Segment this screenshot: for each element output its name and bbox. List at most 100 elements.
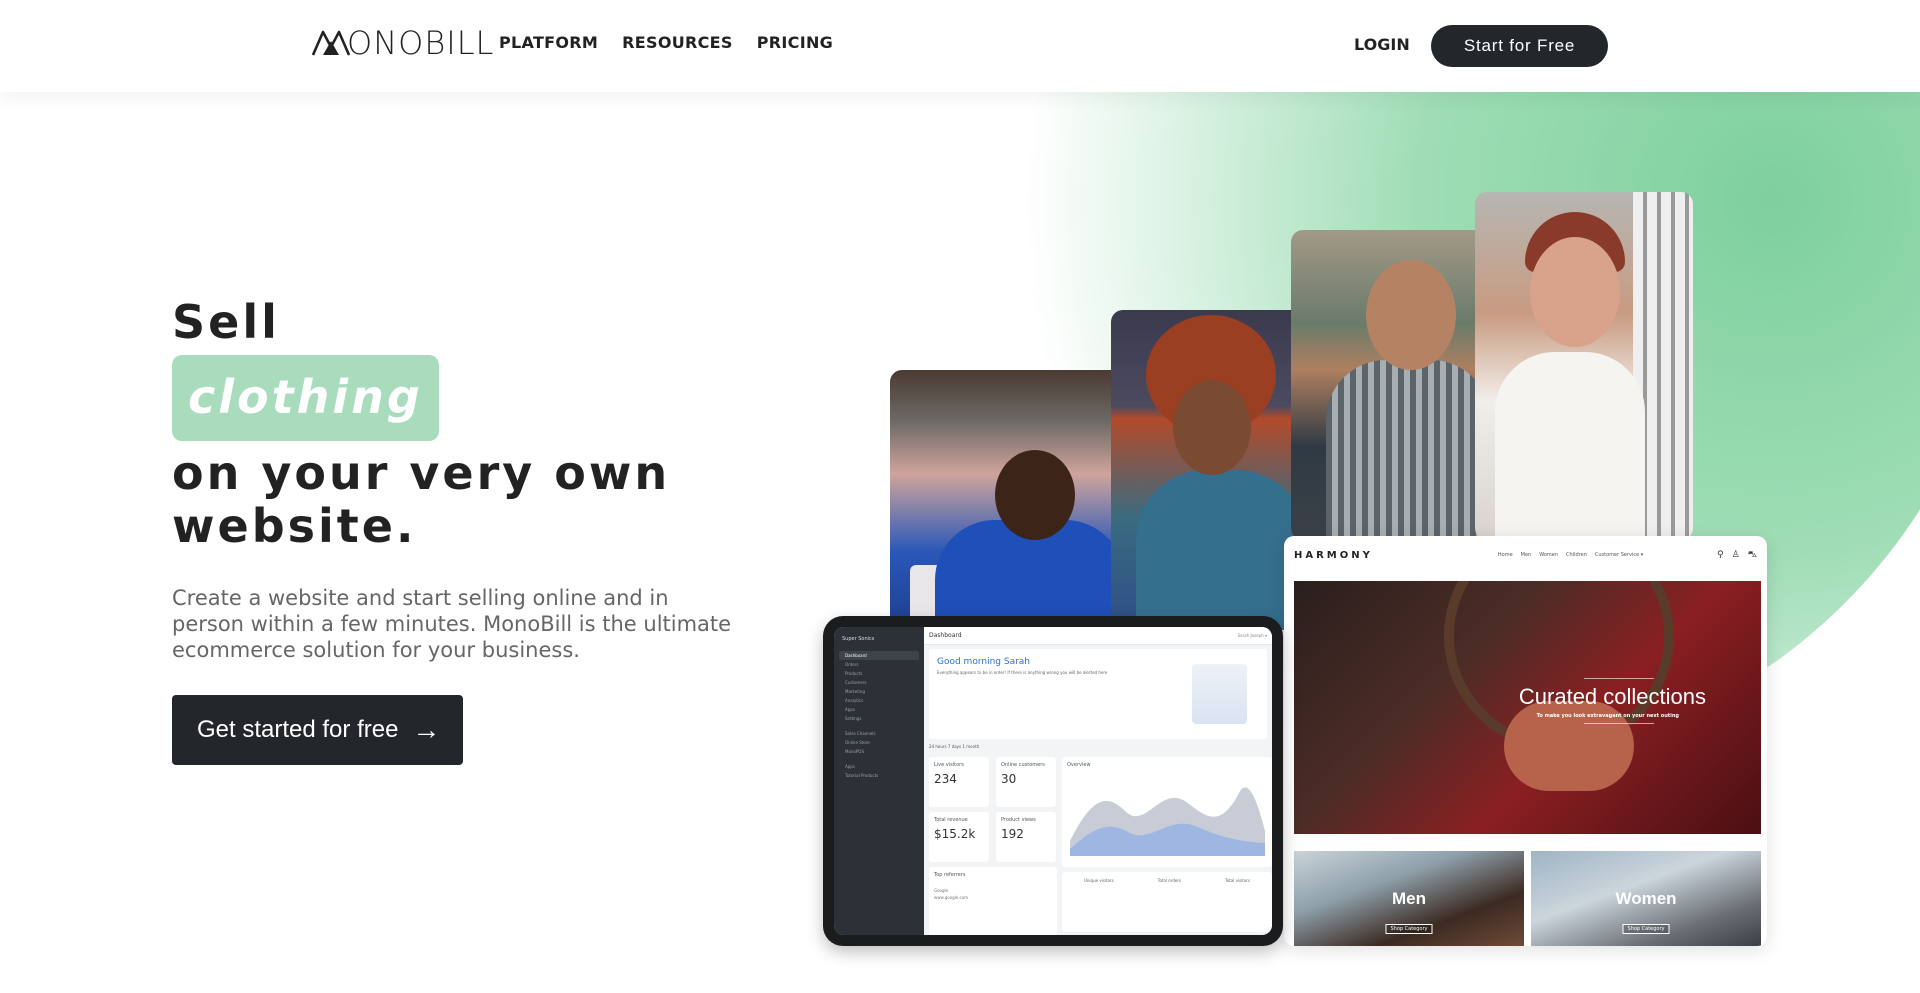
dashboard-sidebar-item: Customers <box>845 680 867 685</box>
dashboard-sidebar-item: Apps <box>845 707 855 712</box>
dashboard-sidebar-item: Dashboard <box>839 651 919 660</box>
dashboard-user: Sarah Joseph ▾ <box>1237 633 1267 638</box>
hero-highlight-word: clothing <box>188 370 423 424</box>
kpi-label: Live visitors <box>934 762 964 768</box>
face-shape <box>995 450 1075 540</box>
dashboard-sidebar-item: Analytics <box>845 698 864 703</box>
hero-highlight-pill: clothing <box>172 355 439 441</box>
face-shape <box>1173 380 1251 475</box>
storefront-menu-item: Customer Service ▾ <box>1594 552 1644 558</box>
storefront-menu-item: Men <box>1520 552 1532 558</box>
hero-divider <box>1584 723 1654 724</box>
photo-woman-smiling <box>1475 192 1693 540</box>
hero-headline-line2: on your very own <box>172 446 671 500</box>
main-nav: PLATFORM RESOURCES PRICING <box>499 33 833 52</box>
monobill-m-icon <box>311 30 351 56</box>
dashboard-range-tabs: 24 hours 7 days 1 month <box>929 744 980 749</box>
dashboard-title: Dashboard <box>929 632 962 639</box>
hero-headline-line1: Sell <box>172 295 280 349</box>
kpi-label: Online customers <box>1001 762 1045 768</box>
overview-chart-card: Overview <box>1062 757 1272 867</box>
search-icon: ⚲ <box>1717 549 1724 560</box>
storefront-menu-item: Women <box>1539 552 1559 558</box>
hero-divider <box>1584 678 1654 679</box>
nav-platform[interactable]: PLATFORM <box>499 33 598 52</box>
photo-man-glasses-apron <box>1291 230 1506 540</box>
shop-category-button: Shop Category <box>1622 924 1670 934</box>
category-label: Women <box>1615 889 1677 908</box>
stat-label: Total orders <box>1157 878 1182 883</box>
top-referrers-card: Top referrers Google www.google.com <box>929 867 1057 935</box>
category-label: Men <box>1392 889 1426 908</box>
storefront-hero-title: Curated collections <box>1518 684 1706 709</box>
dashboard-main: Dashboard Sarah Joseph ▾ Good morning Sa… <box>924 627 1272 935</box>
stat-label: Total visitors <box>1224 878 1251 883</box>
monobill-logo[interactable]: ONOBILL <box>311 26 494 60</box>
dashboard-topbar: Dashboard Sarah Joseph ▾ <box>924 627 1272 645</box>
hero-headline-line3: website. <box>172 499 417 553</box>
nav-resources[interactable]: RESOURCES <box>622 33 733 52</box>
dashboard-sidebar-item: Apps <box>845 764 855 769</box>
storefront-hero-banner: Curated collections To make you look ext… <box>1294 581 1761 834</box>
nav-pricing[interactable]: PRICING <box>757 33 833 52</box>
tablet-dashboard-preview: Super Sonics Dashboard Orders Products C… <box>823 616 1283 946</box>
storefront-menu-item: Home <box>1497 552 1513 558</box>
top-navbar: ONOBILL PLATFORM RESOURCES PRICING LOGIN… <box>0 0 1920 92</box>
kpi-card: Live visitors 234 <box>929 757 989 807</box>
get-started-label: Get started for free <box>197 716 399 743</box>
kpi-label: Total revenue <box>934 817 968 823</box>
referrer-row: www.google.com <box>934 895 969 900</box>
greeting-illustration <box>1192 664 1247 724</box>
overview-area-chart <box>1070 787 1265 856</box>
kpi-card: Total revenue $15.2k <box>929 812 989 862</box>
storefront-hero-subtitle: To make you look extravagant on your nex… <box>1536 713 1679 719</box>
user-icon: ♙ <box>1731 549 1740 560</box>
storefront-tools: ⚲ ♙ ⛍ <box>1717 550 1757 561</box>
storefront-menu: Home Men Women Children Customer Service… <box>1498 552 1643 558</box>
apron-shape <box>1326 360 1491 540</box>
dashboard-sidebar-item: Online Store <box>845 740 870 745</box>
start-for-free-button[interactable]: Start for Free <box>1431 25 1608 67</box>
storefront-nav: HARMONY Home Men Women Children Customer… <box>1284 536 1767 574</box>
dashboard-sidebar-item: MonoPOS <box>845 749 864 754</box>
stat-label: Unique visitors <box>1083 878 1114 883</box>
kpi-value: 192 <box>1001 827 1024 841</box>
arrow-right-icon: → <box>412 714 441 745</box>
category-card-men: Men Shop Category <box>1294 851 1524 946</box>
dashboard-greeting-card: Good morning Sarah Everything appears to… <box>929 649 1267 739</box>
bottom-stats: Unique visitors Total orders Total visit… <box>1062 872 1272 932</box>
kpi-card: Product views 192 <box>996 812 1056 862</box>
face-shape <box>1366 260 1456 370</box>
shop-category-button: Shop Category <box>1385 924 1433 934</box>
dashboard-sidebar-item: Orders <box>845 662 859 667</box>
dashboard-sidebar: Super Sonics Dashboard Orders Products C… <box>834 627 924 935</box>
get-started-button[interactable]: Get started for free → <box>172 695 463 765</box>
overview-title: Overview <box>1067 762 1091 768</box>
greeting-subtitle: Everything appears to be in order! If th… <box>937 670 1108 675</box>
storefront-menu-item: Children <box>1566 552 1587 558</box>
hero-subtitle: Create a website and start selling onlin… <box>172 586 732 662</box>
kpi-value: $15.2k <box>934 827 976 841</box>
kpi-value: 234 <box>934 772 957 786</box>
dress-shape <box>1136 470 1306 630</box>
storefront-preview: HARMONY Home Men Women Children Customer… <box>1284 536 1767 946</box>
dashboard-sidebar-item: Marketing <box>845 689 865 694</box>
kpi-label: Product views <box>1001 817 1036 823</box>
dashboard-sidebar-item: Products <box>845 671 863 676</box>
face-shape <box>1530 237 1620 347</box>
hero-text: Sell clothing on your very own website. … <box>172 296 732 765</box>
dashboard-store-name: Super Sonics <box>842 636 875 642</box>
dashboard-sidebar-item: Settings <box>845 716 862 721</box>
shirt-shape <box>1495 352 1645 540</box>
dashboard-sidebar-item: Sales Channels <box>845 731 876 736</box>
dashboard-sidebar-item: Tutorial Products <box>845 773 879 778</box>
kpi-card: Online customers 30 <box>996 757 1056 807</box>
referrers-title: Top referrers <box>934 872 966 878</box>
referrer-row: Google <box>934 888 949 893</box>
storefront-brand: HARMONY <box>1294 549 1373 561</box>
tablet-screen: Super Sonics Dashboard Orders Products C… <box>834 627 1272 935</box>
cart-icon: ⛍ <box>1747 549 1757 560</box>
login-link[interactable]: LOGIN <box>1354 35 1410 54</box>
logo-wordmark: ONOBILL <box>347 24 495 62</box>
category-card-women: Women Shop Category <box>1531 851 1761 946</box>
